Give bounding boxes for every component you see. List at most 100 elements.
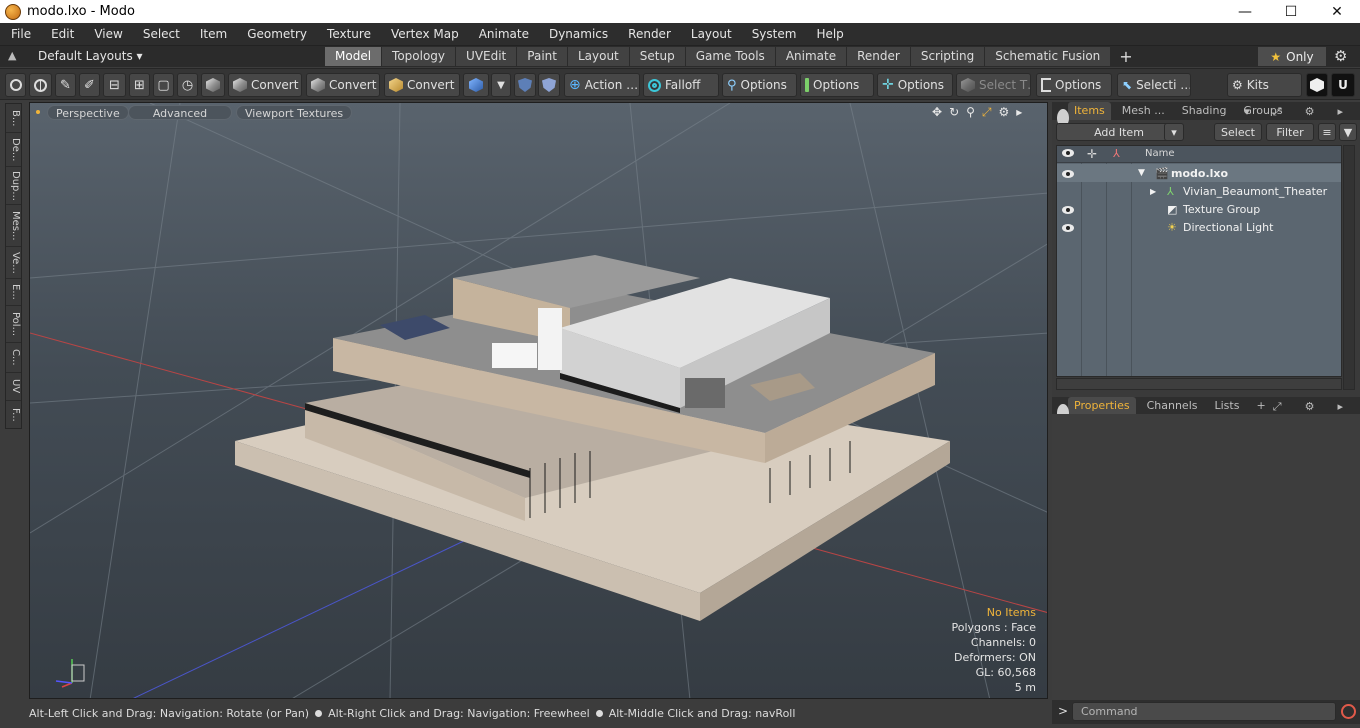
menu-select[interactable]: Select [132,27,189,41]
tab-game-tools[interactable]: Game Tools [685,47,775,66]
selection-button[interactable]: ⬉ Selecti … [1117,73,1191,97]
visibility-column-icon[interactable] [1062,149,1074,160]
left-tab-polygon[interactable]: Pol... [6,306,21,343]
add-tab-button[interactable]: + [1111,47,1140,66]
lock-column-icon[interactable]: ✛ [1087,147,1097,161]
record-macro-icon[interactable] [1341,704,1356,719]
name-column-header[interactable]: Name [1145,148,1175,159]
settings-icon[interactable]: ⚙ [1299,103,1321,121]
tab-channels[interactable]: Channels [1141,397,1204,415]
options-button-2[interactable]: Options [800,73,874,97]
pen-tool-button[interactable]: ✎ [55,73,76,97]
minimize-button[interactable]: — [1222,0,1268,23]
options-button-3[interactable]: ✛ Options [877,73,953,97]
select-edges-button[interactable] [29,73,52,97]
options-button-4[interactable]: Options [1036,73,1112,97]
collapse-triangle-icon[interactable]: ▼ [1138,168,1145,178]
viewport-tab-perspective[interactable]: Perspective [47,105,129,120]
menu-help[interactable]: Help [805,27,852,41]
layout-gear-icon[interactable]: ⚙ [1334,47,1347,65]
viewport-tab-advanced[interactable]: Advanced [128,105,232,120]
falloff-button[interactable]: Falloff [643,73,719,97]
tab-paint[interactable]: Paint [517,47,567,66]
menu-vertex-map[interactable]: Vertex Map [380,27,468,41]
collapse-up-icon[interactable]: ▲ [8,49,16,62]
unity-button[interactable] [1306,73,1328,97]
list-item-mesh[interactable]: ▶ ⅄ Vivian_Beaumont_Theater [1057,182,1341,200]
tab-render[interactable]: Render [847,47,910,66]
tab-lists[interactable]: Lists [1209,397,1246,415]
edges-mode-button[interactable]: ⊟ [103,73,126,97]
filter-button[interactable]: Filter [1266,123,1314,141]
visibility-eye-icon[interactable] [1062,204,1076,214]
tab-topology[interactable]: Topology [382,47,456,66]
left-tab-uv[interactable]: UV [6,373,21,401]
viewport-menu-dot[interactable] [36,110,40,114]
options-button-1[interactable]: ⚲ Options [722,73,797,97]
menu-texture[interactable]: Texture [316,27,380,41]
menu-view[interactable]: View [83,27,131,41]
unreal-button[interactable]: U [1331,73,1355,97]
tab-schematic-fusion[interactable]: Schematic Fusion [985,47,1111,66]
zoom-icon[interactable]: ⚲ [966,105,975,120]
materials-mode-button[interactable]: ◷ [177,73,198,97]
select-through-button[interactable]: Select T… [956,73,1031,97]
left-tab-mesh-edit[interactable]: Mes... [6,205,21,247]
default-layouts-dropdown[interactable]: Default Layouts ▾ [38,49,143,63]
tab-uvedit[interactable]: UVEdit [456,47,517,66]
list-options-button[interactable]: ≡ [1318,123,1336,141]
constrain-button[interactable] [538,73,560,97]
symmetry-button[interactable] [463,73,489,97]
symmetry-dropdown[interactable]: ▼ [491,73,511,97]
left-tab-vertex[interactable]: Ve... [6,247,21,279]
tab-properties[interactable]: Properties [1068,397,1136,415]
items-vertical-scrollbar[interactable] [1343,145,1355,390]
list-item-scene[interactable]: ▼ 🎬 modo.lxo [1057,164,1341,182]
chevron-down-icon[interactable]: ▾ [1238,103,1256,121]
viewport-tab-textures[interactable]: Viewport Textures [236,105,353,120]
tab-model[interactable]: Model [325,47,382,66]
pivot-mode-button[interactable] [201,73,225,97]
locator-column-icon[interactable]: ⅄ [1113,147,1120,160]
action-center-button[interactable]: ⊕ Action … [564,73,640,97]
left-tab-duplicate[interactable]: Dup... [6,167,21,205]
only-toggle-button[interactable]: ★ Only [1258,47,1326,66]
maximize-panel-icon[interactable]: ⤢ [1267,103,1288,121]
menu-render[interactable]: Render [617,27,680,41]
left-tab-edge[interactable]: E... [6,279,21,306]
menu-edit[interactable]: Edit [40,27,83,41]
brush-tool-button[interactable]: ✐ [79,73,100,97]
rotate-icon[interactable]: ↻ [949,105,959,120]
kits-button[interactable]: ⚙ Kits [1227,73,1302,97]
menu-item[interactable]: Item [189,27,236,41]
menu-animate[interactable]: Animate [468,27,538,41]
convert-button-1[interactable]: Convert [228,73,302,97]
left-tab-deform[interactable]: De... [6,133,21,167]
move-icon[interactable]: ✥ [932,105,942,120]
snapping-button[interactable] [514,73,536,97]
polygons-mode-button[interactable]: ⊞ [129,73,150,97]
expand-icon[interactable]: ▸ [1331,103,1349,121]
list-item-directional-light[interactable]: ☀ Directional Light [1057,218,1341,236]
command-input[interactable]: Command [1072,702,1336,721]
expand-icon[interactable]: ▸ [1016,105,1022,120]
close-button[interactable]: ✕ [1314,0,1360,23]
funnel-button[interactable]: ▼ [1339,123,1357,141]
expand-triangle-icon[interactable]: ▶ [1150,187,1156,196]
select-button[interactable]: Select [1214,123,1262,141]
building-model[interactable] [235,255,950,621]
tab-items[interactable]: Items [1068,102,1111,120]
tab-layout[interactable]: Layout [567,47,629,66]
maximize-button[interactable]: ☐ [1268,0,1314,23]
tab-setup[interactable]: Setup [629,47,685,66]
viewport-scene[interactable] [30,103,1048,699]
fit-icon[interactable]: ⤢ [982,105,992,120]
tab-mesh[interactable]: Mesh ... [1116,102,1171,120]
tab-animate[interactable]: Animate [775,47,847,66]
left-tab-curve[interactable]: C... [6,343,21,373]
list-item-texture-group[interactable]: ◩ Texture Group [1057,200,1341,218]
visibility-eye-icon[interactable] [1062,222,1076,232]
menu-geometry[interactable]: Geometry [236,27,316,41]
menu-file[interactable]: File [0,27,40,41]
tab-shading[interactable]: Shading [1176,102,1233,120]
